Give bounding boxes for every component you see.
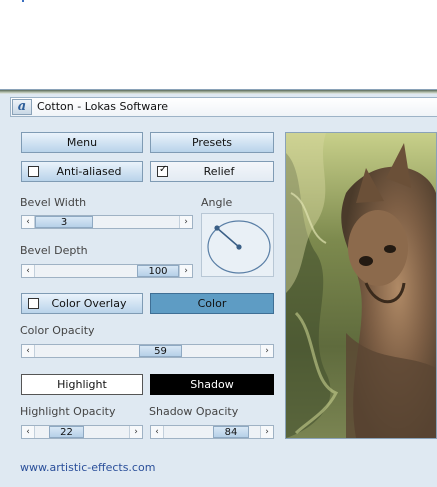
arrow-right-icon[interactable]: › — [129, 426, 142, 438]
anti-aliased-toggle[interactable]: Anti-aliased — [21, 161, 143, 182]
color-overlay-label: Color Overlay — [51, 297, 127, 310]
shadow-color-button[interactable]: Shadow — [150, 374, 274, 395]
angle-dial[interactable] — [201, 213, 274, 277]
arrow-left-icon[interactable]: ‹ — [22, 216, 35, 228]
plugin-window: a Cotton - Lokas Software Menu Presets A… — [0, 89, 437, 487]
shadow-opacity-label: Shadow Opacity — [149, 405, 239, 418]
relief-toggle[interactable]: ✓ Relief — [150, 161, 274, 182]
shadow-opacity-thumb[interactable]: 84 — [213, 426, 249, 438]
shadow-opacity-slider[interactable]: ‹ 84 › — [150, 425, 274, 439]
anti-aliased-label: Anti-aliased — [56, 165, 122, 178]
bevel-depth-label: Bevel Depth — [20, 244, 88, 257]
title-bar: a Cotton - Lokas Software — [10, 97, 437, 117]
highlight-opacity-slider[interactable]: ‹ 22 › — [21, 425, 143, 439]
bevel-width-slider[interactable]: ‹ 3 › — [21, 215, 193, 229]
arrow-left-icon[interactable]: ‹ — [22, 426, 35, 438]
arrow-right-icon[interactable]: › — [179, 216, 192, 228]
highlight-opacity-label: Highlight Opacity — [20, 405, 116, 418]
arrow-left-icon[interactable]: ‹ — [22, 345, 35, 357]
bevel-depth-slider[interactable]: ‹ 100 › — [21, 264, 193, 278]
angle-label: Angle — [201, 196, 233, 209]
highlight-color-button[interactable]: Highlight — [21, 374, 143, 395]
color-opacity-thumb[interactable]: 59 — [139, 345, 182, 357]
bevel-width-label: Bevel Width — [20, 196, 87, 209]
arrow-right-icon[interactable]: › — [179, 265, 192, 277]
menu-button[interactable]: Menu — [21, 132, 143, 153]
bevel-width-thumb[interactable]: 3 — [35, 216, 93, 228]
bevel-depth-thumb[interactable]: 100 — [137, 265, 179, 277]
presets-button[interactable]: Presets — [150, 132, 274, 153]
arrow-right-icon[interactable]: › — [260, 345, 273, 357]
image-preview — [285, 132, 437, 439]
angle-dial-graphic — [207, 220, 271, 274]
arrow-left-icon[interactable]: ‹ — [22, 265, 35, 277]
relief-label: Relief — [203, 165, 235, 178]
color-opacity-label: Color Opacity — [20, 324, 95, 337]
wolf-painting-image — [286, 133, 436, 438]
highlight-opacity-thumb[interactable]: 22 — [49, 426, 84, 438]
arrow-left-icon[interactable]: ‹ — [151, 426, 164, 438]
stray-dot — [22, 0, 24, 2]
top-edge — [0, 90, 437, 94]
arrow-right-icon[interactable]: › — [260, 426, 273, 438]
color-overlay-toggle[interactable]: Color Overlay — [21, 293, 143, 314]
color-opacity-slider[interactable]: ‹ 59 › — [21, 344, 274, 358]
window-title: Cotton - Lokas Software — [37, 100, 169, 113]
color-picker-button[interactable]: Color — [150, 293, 274, 314]
website-link[interactable]: www.artistic-effects.com — [20, 461, 155, 474]
app-logo-icon: a — [12, 99, 32, 115]
